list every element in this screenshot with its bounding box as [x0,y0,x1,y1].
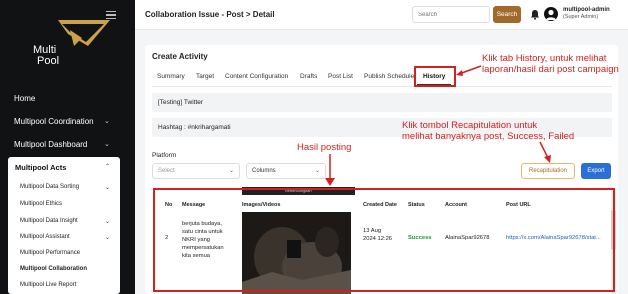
annotation-line: laporan/hasil dari post campaign [482,64,619,75]
sidebar-item-performance[interactable]: Multipool Performance [20,250,80,256]
platform-label: Platform [152,152,177,159]
sidebar-item-coordination[interactable]: Multipool Coordination [14,117,94,126]
breadcrumb: Collaboration Issue - Post > Detail [145,10,275,19]
bell-icon[interactable] [530,9,540,20]
platform-select-value: Select [158,168,175,174]
result-row-highlight [153,188,615,292]
chevron-down-icon: ⌄ [228,168,234,174]
platform-select[interactable]: Select ⌄ [152,163,240,179]
chevron-down-icon[interactable]: ⌄ [105,218,110,225]
tab-summary[interactable]: Summary [157,73,185,80]
chevron-up-icon[interactable]: ⌃ [105,163,110,170]
sidebar-item-ethics[interactable]: Multipool Ethics [20,201,62,207]
columns-select[interactable]: Columns ⌄ [246,163,326,179]
sidebar-item-assistant[interactable]: Multipool Assistant [20,234,70,240]
chevron-down-icon[interactable]: ⌄ [104,140,110,148]
tab-target[interactable]: Target [196,73,214,80]
chevron-down-icon: ⌄ [314,168,320,174]
result-annotation: Hasil posting [297,142,352,153]
chevron-down-icon[interactable]: ⌄ [104,117,110,125]
history-tab-highlight [414,66,456,87]
columns-select-value: Columns [252,168,276,174]
sidebar-item-home[interactable]: Home [14,94,35,103]
multipool-logo [58,20,110,46]
menu-toggle-icon[interactable] [106,11,116,19]
annotation-line: Klik tab History, untuk melihat [482,53,607,64]
arrow-icon [539,141,551,163]
sidebar: Multi Pool Home Multipool Coordination ⌄… [0,0,135,294]
chevron-down-icon[interactable]: ⌄ [105,234,110,241]
tab-drafts[interactable]: Drafts [300,73,317,80]
campaign-name: [Testing] Twitter [152,93,612,112]
tab-post-list[interactable]: Post List [328,73,353,80]
arrow-icon [456,65,482,76]
sidebar-item-collaboration[interactable]: Multipool Collaboration [20,266,87,272]
annotation-line: Klik tombol Recapitulation untuk [402,120,538,131]
arrow-down-icon [325,154,335,186]
tabs-divider [152,86,612,87]
sidebar-section-acts[interactable]: Multipool Acts [15,163,66,172]
search-input[interactable] [412,6,490,23]
page-title: Create Activity [152,52,208,61]
sidebar-acts-panel: Multipool Acts ⌃ Multipool Data Sorting … [8,157,120,294]
sidebar-item-live-report[interactable]: Multipool Live Report [20,282,76,288]
brand-line-2: Pool [37,55,60,67]
avatar[interactable] [544,7,558,21]
top-header: Collaboration Issue - Post > Detail Sear… [135,0,628,30]
search-button[interactable]: Search [493,6,521,23]
user-name: multipool-admin [563,7,610,13]
sidebar-item-data-sorting[interactable]: Multipool Data Sorting [20,184,79,190]
recapitulation-button[interactable]: Recapitulation [521,163,575,179]
export-button[interactable]: Export [581,163,611,179]
chevron-down-icon[interactable]: ⌄ [105,184,110,191]
recap-annotation: Klik tombol Recapitulation untuk melihat… [402,120,574,142]
history-annotation: Klik tab History, untuk melihat laporan/… [482,53,619,75]
tab-publish-schedule[interactable]: Publish Schedule [364,73,414,80]
user-icon [546,9,556,20]
user-role: (Super Admin) [563,14,599,20]
sidebar-item-dashboard[interactable]: Multipool Dashboard [14,140,87,149]
sidebar-item-data-insight[interactable]: Multipool Data Insight [20,218,78,224]
tab-content-configuration[interactable]: Content Configuration [225,73,288,80]
